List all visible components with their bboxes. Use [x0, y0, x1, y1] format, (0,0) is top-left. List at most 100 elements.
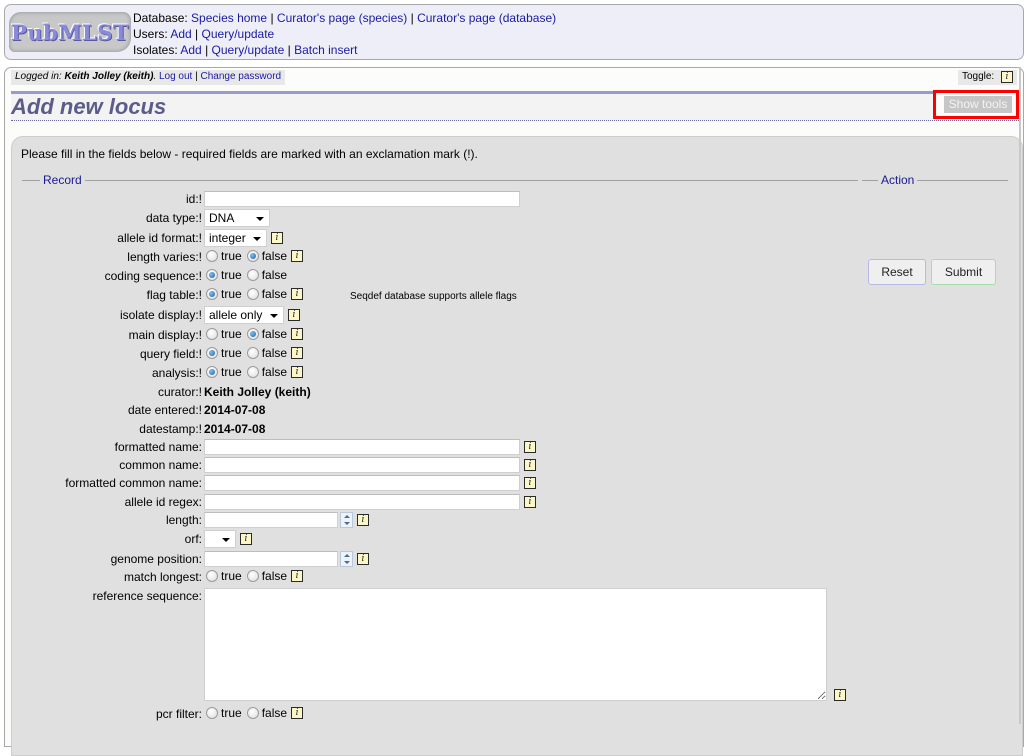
length-spinner[interactable] [340, 512, 353, 528]
isolate-display-info-icon[interactable]: i [288, 309, 300, 321]
match-longest-false-radio[interactable] [246, 570, 259, 582]
curators-page-database-link[interactable]: Curator's page (database) [417, 11, 556, 25]
date-entered-label: date entered:! [127, 403, 202, 417]
data-type-label: data type:! [145, 211, 202, 225]
orf-label: orf: [184, 532, 202, 546]
query-field-info-icon[interactable]: i [291, 347, 304, 359]
match-longest-true-radio[interactable] [206, 570, 218, 582]
length-varies-true-radio[interactable] [206, 250, 218, 262]
formatted-name-input[interactable] [204, 439, 520, 455]
pcr-filter-label: pcr filter: [155, 707, 202, 721]
isolate-display-select[interactable]: allele only [204, 306, 284, 324]
id-input[interactable] [204, 191, 520, 207]
query-field-false-radio[interactable] [246, 347, 259, 359]
logout-link[interactable]: Log out [159, 71, 192, 82]
main-display-true-radio[interactable] [206, 328, 218, 340]
submit-button[interactable]: Submit [931, 259, 996, 285]
allele-id-regex-info-icon[interactable]: i [524, 496, 536, 508]
site-header: PubMLST Database: Species home | Curator… [4, 4, 1024, 60]
chevron-down-icon [253, 237, 261, 241]
users-add-link[interactable]: Add [170, 27, 191, 41]
allele-id-format-label: allele id format:! [117, 231, 202, 245]
reference-sequence-textarea[interactable] [204, 588, 827, 701]
length-label: length: [165, 513, 202, 527]
chevron-down-icon [222, 538, 230, 542]
common-name-info-icon[interactable]: i [524, 459, 536, 471]
main-content: Logged in: Keith Jolley (keith). Log out… [4, 67, 1024, 756]
chevron-down-icon [270, 314, 278, 318]
query-field-label: query field:! [139, 347, 202, 361]
id-label: id:! [185, 192, 202, 206]
genome-position-spinner[interactable] [340, 551, 353, 567]
length-varies-label: length varies:! [127, 250, 202, 264]
change-password-link[interactable]: Change password [201, 71, 282, 82]
length-input[interactable] [204, 512, 338, 528]
species-home-link[interactable]: Species home [191, 11, 267, 25]
show-tools-button[interactable]: Show tools [944, 96, 1012, 113]
datestamp-label: datestamp:! [139, 422, 202, 436]
reset-button[interactable]: Reset [868, 259, 926, 285]
logged-in-user: Keith Jolley (keith) [64, 71, 154, 82]
spin-down-icon [341, 559, 352, 566]
main-display-info-icon[interactable]: i [291, 328, 304, 340]
reference-sequence-info-icon[interactable]: i [834, 689, 846, 701]
database-nav-row: Database: Species home | Curator's page … [133, 11, 557, 25]
toggle-info-icon[interactable]: i [1001, 71, 1013, 83]
match-longest-info-icon[interactable]: i [291, 570, 304, 582]
orf-info-icon[interactable]: i [240, 533, 252, 545]
users-nav-row: Users: Add | Query/update [133, 27, 275, 41]
curator-value: Keith Jolley (keith) [204, 385, 311, 399]
form-instructions: Please fill in the fields below - requir… [21, 147, 478, 161]
genome-position-input[interactable] [204, 551, 338, 567]
flag-table-label: flag table:! [146, 288, 202, 302]
common-name-input[interactable] [204, 457, 520, 473]
formatted-name-label: formatted name: [114, 440, 202, 454]
page-scrollbar-edge [1019, 67, 1021, 724]
page-title: Add new locus [11, 94, 167, 119]
curators-page-species-link[interactable]: Curator's page (species) [277, 11, 407, 25]
pcr-filter-info-icon[interactable]: i [291, 707, 304, 719]
chevron-down-icon [256, 217, 264, 221]
formatted-common-name-input[interactable] [204, 475, 520, 491]
query-field-true-radio[interactable] [206, 347, 218, 359]
flag-table-info-icon[interactable]: i [291, 288, 304, 300]
login-status: Logged in: Keith Jolley (keith). Log out… [11, 70, 286, 85]
analysis-true-radio[interactable] [206, 366, 218, 378]
coding-sequence-false-radio[interactable] [246, 269, 259, 281]
spin-up-icon [341, 513, 352, 520]
analysis-label: analysis:! [151, 366, 202, 380]
record-fieldset-border [22, 180, 858, 181]
analysis-info-icon[interactable]: i [291, 366, 304, 378]
flag-table-false-radio[interactable] [246, 288, 259, 300]
allele-id-regex-input[interactable] [204, 494, 520, 510]
genome-position-info-icon[interactable]: i [357, 553, 369, 565]
analysis-false-radio[interactable] [246, 366, 259, 378]
genome-position-label: genome position: [110, 552, 202, 566]
spin-up-icon [341, 552, 352, 559]
formatted-common-name-info-icon[interactable]: i [524, 477, 536, 489]
orf-select[interactable] [204, 530, 236, 548]
isolates-add-link[interactable]: Add [180, 43, 201, 57]
isolates-batch-insert-link[interactable]: Batch insert [294, 43, 357, 57]
users-query-update-link[interactable]: Query/update [202, 27, 275, 41]
allele-id-format-select[interactable]: integer [204, 229, 267, 247]
isolates-query-update-link[interactable]: Query/update [212, 43, 285, 57]
length-varies-info-icon[interactable]: i [291, 250, 304, 262]
date-entered-value: 2014-07-08 [204, 403, 266, 417]
length-info-icon[interactable]: i [357, 514, 369, 526]
spin-down-icon [341, 520, 352, 527]
flag-table-true-radio[interactable] [206, 288, 218, 300]
data-type-select[interactable]: DNA [204, 209, 270, 227]
common-name-label: common name: [119, 458, 202, 472]
main-display-false-radio[interactable] [246, 328, 259, 340]
formatted-name-info-icon[interactable]: i [524, 441, 536, 453]
main-display-label: main display:! [128, 328, 202, 342]
pcr-filter-true-radio[interactable] [206, 707, 218, 719]
formatted-common-name-label: formatted common name: [65, 476, 202, 490]
pcr-filter-false-radio[interactable] [246, 707, 259, 719]
pubmlst-logo[interactable]: PubMLST [9, 12, 131, 52]
coding-sequence-true-radio[interactable] [206, 269, 218, 281]
record-legend: Record [40, 173, 85, 187]
allele-id-format-info-icon[interactable]: i [271, 232, 283, 244]
length-varies-false-radio[interactable] [246, 250, 259, 262]
